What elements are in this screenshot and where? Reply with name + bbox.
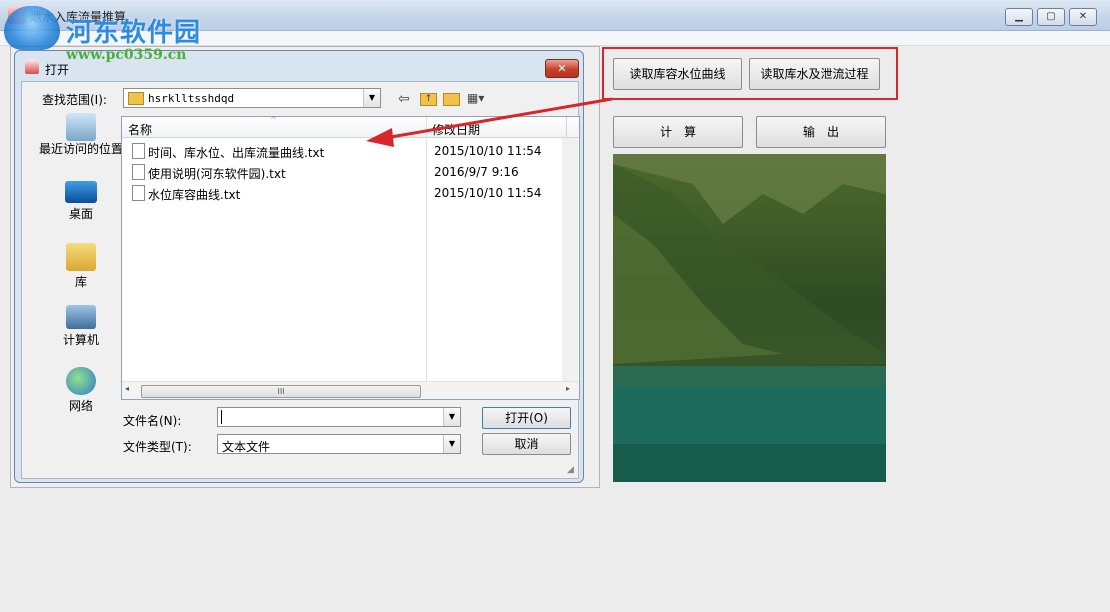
calculate-button[interactable]: 计 算 (613, 116, 743, 148)
vertical-scrollbar[interactable] (562, 138, 578, 381)
resize-grip-icon[interactable]: ◢ (567, 465, 577, 475)
places-bar: 最近访问的位置 桌面 库 计算机 网络 (35, 113, 127, 453)
text-file-icon (132, 164, 145, 180)
output-button[interactable]: 输 出 (756, 116, 886, 148)
watermark-url: www.pc0359.cn (66, 47, 187, 63)
filename-label: 文件名(N): (123, 414, 182, 428)
dialog-close-icon[interactable]: ✕ (545, 59, 579, 78)
header-divider (566, 117, 567, 137)
file-date: 2015/10/10 11:54 (434, 186, 542, 200)
new-folder-icon[interactable] (443, 91, 460, 106)
close-icon[interactable]: ✕ (1069, 8, 1097, 26)
file-name: 时间、库水位、出库流量曲线.txt (148, 146, 325, 160)
lookin-value: hsrklltsshdqd (148, 92, 235, 105)
back-icon[interactable]: ⇦ (398, 91, 410, 107)
place-label: 库 (74, 275, 87, 289)
cancel-button[interactable]: 取消 (482, 433, 571, 455)
place-libraries[interactable]: 库 (35, 243, 127, 290)
horizontal-scrollbar[interactable]: ◂ III ▸ (122, 381, 579, 399)
place-network[interactable]: 网络 (35, 367, 127, 414)
file-row[interactable]: 时间、库水位、出库流量曲线.txt 2015/10/10 11:54 (126, 141, 566, 161)
file-date: 2015/10/10 11:54 (434, 144, 542, 158)
text-caret (221, 410, 222, 424)
open-file-dialog: 打开 ✕ 查找范围(I): hsrklltsshdqd ▼ ⇦ ↑ ▦▾ 最近访… (14, 50, 584, 483)
list-header: 名称 ^ 修改日期 (122, 115, 579, 138)
place-label: 计算机 (62, 333, 99, 347)
dialog-app-icon (25, 60, 39, 74)
place-computer[interactable]: 计算机 (35, 305, 127, 348)
sort-up-icon: ^ (270, 115, 277, 124)
dialog-title: 打开 (45, 63, 70, 77)
library-icon (66, 243, 96, 271)
lookin-combo[interactable]: hsrklltsshdqd ▼ (123, 88, 381, 108)
open-button[interactable]: 打开(O) (482, 407, 571, 429)
landscape-image-art (613, 154, 886, 482)
column-name-header[interactable]: 名称 (128, 121, 152, 138)
view-menu-icon[interactable]: ▦▾ (467, 91, 484, 105)
filetype-select[interactable]: 文本文件 ▼ (217, 434, 461, 454)
computer-icon (66, 305, 96, 329)
lookin-label: 查找范围(I): (42, 93, 107, 107)
desktop-icon (65, 181, 97, 203)
scroll-right-icon[interactable]: ▸ (566, 384, 570, 393)
minimize-icon[interactable]: ▁ (1005, 8, 1033, 26)
chevron-down-icon[interactable]: ▼ (443, 435, 460, 453)
file-name: 水位库容曲线.txt (148, 188, 241, 202)
up-folder-icon[interactable]: ↑ (420, 91, 437, 106)
chevron-down-icon[interactable]: ▼ (363, 89, 380, 107)
watermark-logo (4, 6, 60, 50)
recent-places-icon (66, 113, 96, 141)
folder-icon (128, 92, 144, 105)
file-name: 使用说明(河东软件园).txt (148, 167, 286, 181)
place-label: 最近访问的位置 (38, 142, 123, 156)
file-row[interactable]: 水位库容曲线.txt 2015/10/10 11:54 (126, 183, 566, 203)
filetype-label: 文件类型(T): (123, 440, 192, 454)
filetype-value: 文本文件 (222, 440, 271, 454)
text-file-icon (132, 143, 145, 159)
filename-field[interactable]: ▼ (217, 407, 461, 427)
read-curve-button[interactable]: 读取库容水位曲线 (613, 58, 742, 90)
column-date-header[interactable]: 修改日期 (432, 121, 480, 138)
network-icon (66, 367, 96, 395)
maximize-icon[interactable]: ▢ (1037, 8, 1065, 26)
place-recent[interactable]: 最近访问的位置 (35, 113, 127, 156)
file-list: 名称 ^ 修改日期 时间、库水位、出库流量曲线.txt 2015/10/10 1… (121, 115, 580, 400)
place-desktop[interactable]: 桌面 (35, 181, 127, 222)
chevron-down-icon[interactable]: ▼ (443, 408, 460, 426)
file-row[interactable]: 使用说明(河东软件园).txt 2016/9/7 9:16 (126, 162, 566, 182)
scroll-thumb[interactable]: III (141, 385, 421, 398)
text-file-icon (132, 185, 145, 201)
place-label: 网络 (68, 399, 93, 413)
watermark-name: 河东软件园 (66, 18, 202, 48)
file-date: 2016/9/7 9:16 (434, 165, 519, 179)
landscape-image (613, 154, 886, 482)
scroll-left-icon[interactable]: ◂ (125, 384, 129, 393)
read-process-button[interactable]: 读取库水及泄流过程 (749, 58, 880, 90)
place-label: 桌面 (68, 207, 93, 221)
